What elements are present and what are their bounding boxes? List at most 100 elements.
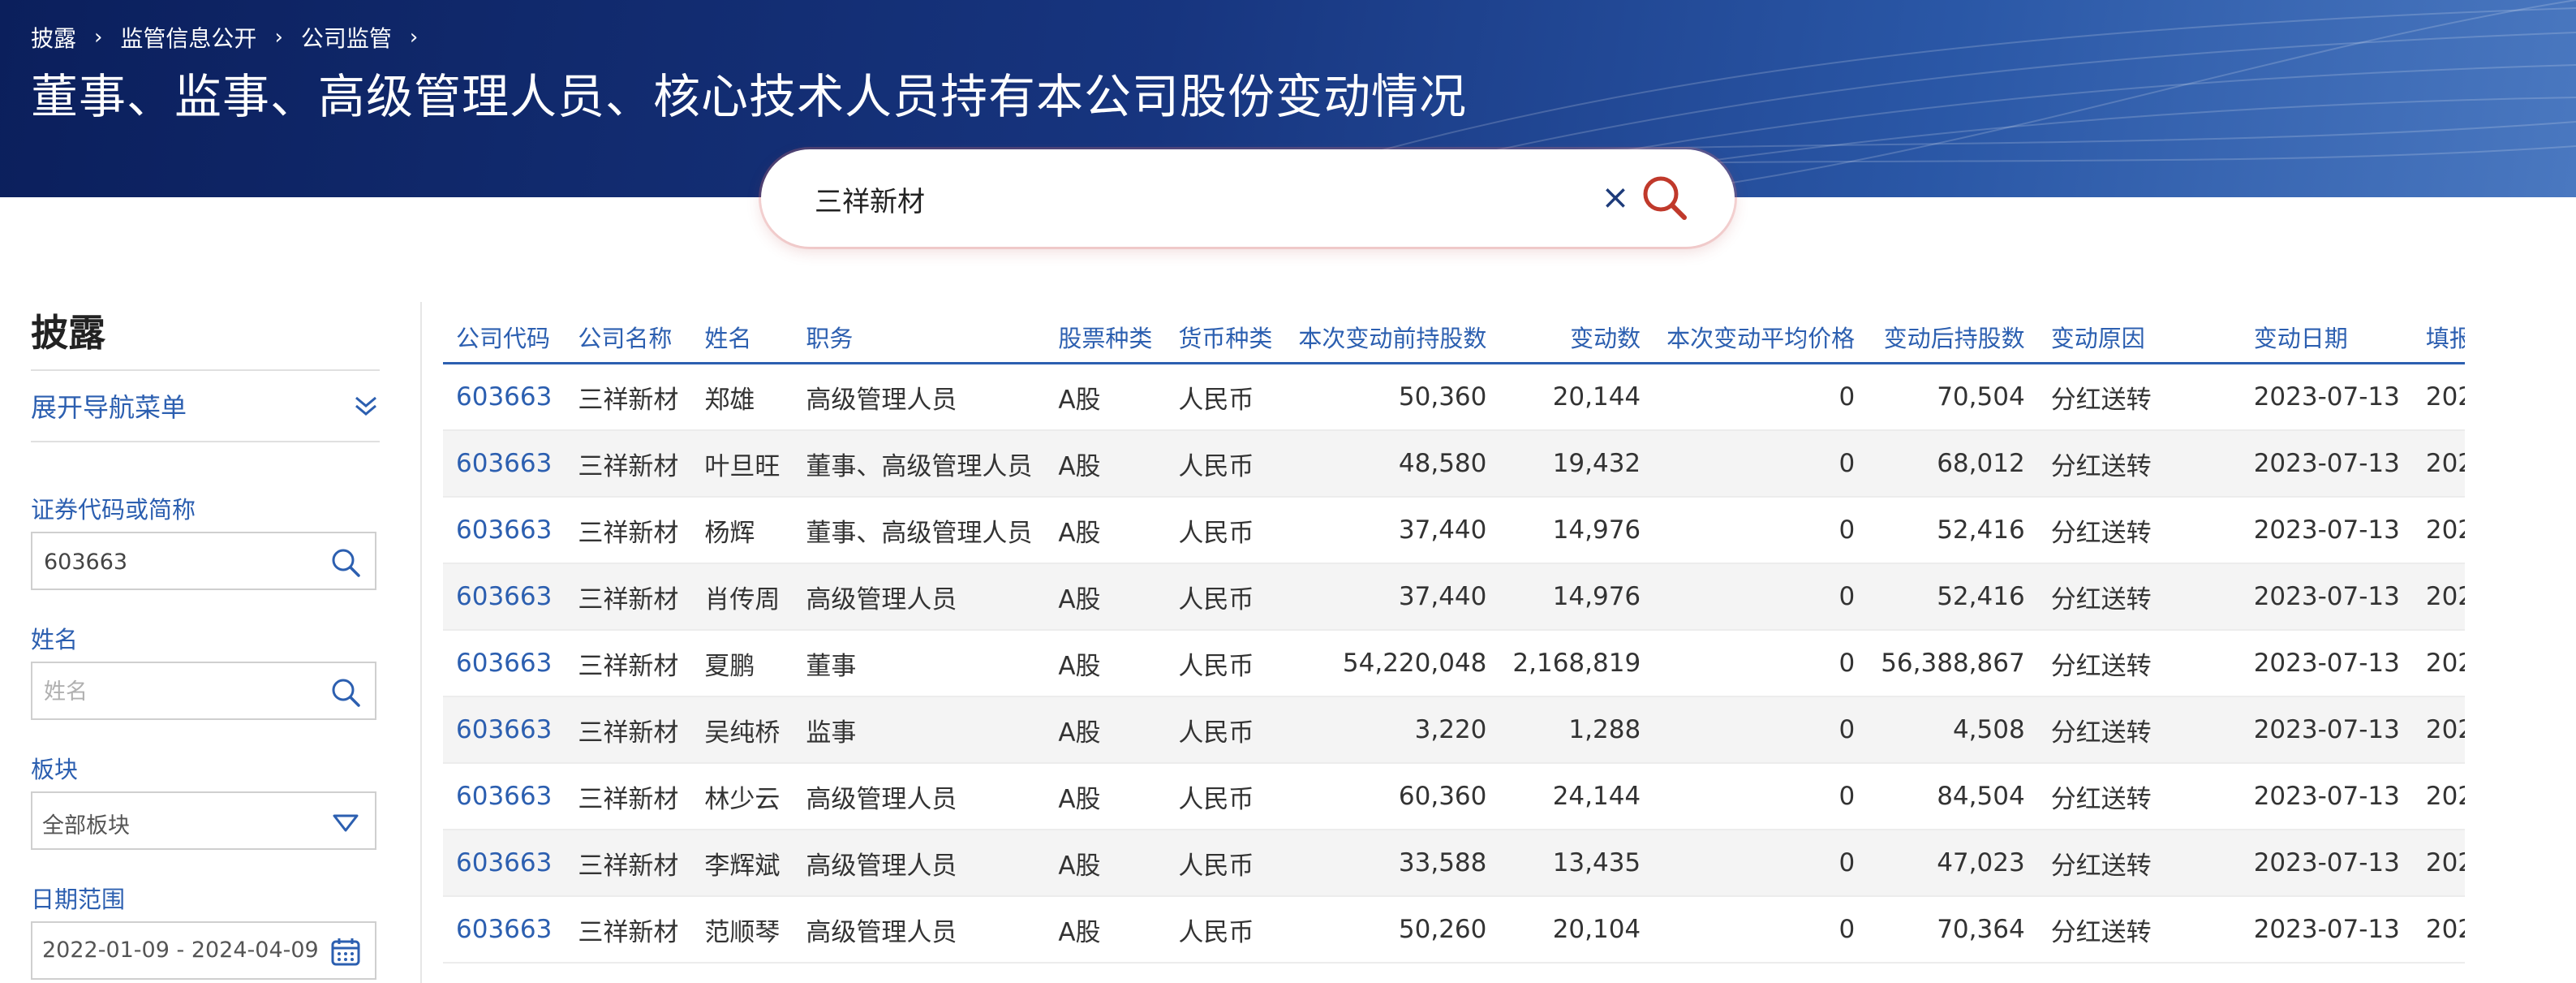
cell-stock-type: A股 — [1045, 830, 1166, 897]
global-search-input[interactable] — [813, 177, 1546, 221]
cell-change-date: 2023-07-13 — [2164, 696, 2413, 764]
table-row: 603663 三祥新材 林少云 高级管理人员 A股 人民币 60,360 24,144 0 84,… — [443, 763, 2465, 830]
cell-change: 20,144 — [1499, 363, 1654, 431]
breadcrumb-item-company-supervision[interactable]: 公司监管 — [301, 21, 392, 54]
cell-avg-price: 0 — [1654, 696, 1869, 764]
cell-shares-before: 48,580 — [1285, 430, 1500, 498]
cell-code[interactable]: 603663 — [443, 363, 566, 431]
stock-filter-field — [31, 532, 376, 590]
cell-report-date: 2023-07-1 — [2412, 630, 2465, 697]
table-row: 603663 三祥新材 郑雄 高级管理人员 A股 人民币 50,360 20,144 0 70,5… — [443, 363, 2465, 431]
cell-stock-type: A股 — [1045, 363, 1166, 431]
cell-position: 董事 — [793, 630, 1046, 697]
cell-avg-price: 0 — [1654, 563, 1869, 631]
cell-avg-price: 0 — [1654, 430, 1869, 498]
cell-avg-price: 0 — [1654, 497, 1869, 564]
cell-code[interactable]: 603663 — [443, 563, 566, 631]
cell-code[interactable]: 603663 — [443, 830, 566, 897]
breadcrumb-item-disclosure[interactable]: 披露 — [31, 21, 76, 54]
cell-position: 董事、高级管理人员 — [793, 497, 1046, 564]
name-input[interactable] — [42, 675, 321, 709]
cell-shares-before: 60,360 — [1285, 763, 1500, 830]
cell-company: 三祥新材 — [565, 830, 692, 897]
cell-company: 三祥新材 — [565, 763, 692, 830]
cell-report-date: 2023-07-1 — [2412, 563, 2465, 631]
cell-change: 24,144 — [1499, 763, 1654, 830]
cell-code[interactable]: 603663 — [443, 497, 566, 564]
date-range-label: 日期范围 — [31, 886, 126, 913]
header-change-date: 变动日期 — [2164, 312, 2413, 364]
cell-company: 三祥新材 — [565, 363, 692, 431]
cell-position: 董事、高级管理人员 — [793, 430, 1046, 498]
cell-code[interactable]: 603663 — [443, 896, 566, 964]
cell-change: 20,104 — [1499, 896, 1654, 964]
header-stock-type: 股票种类 — [1045, 312, 1166, 364]
clear-icon[interactable]: × — [1595, 177, 1636, 218]
cell-currency: 人民币 — [1165, 430, 1286, 498]
cell-shares-after: 70,364 — [1868, 896, 2038, 964]
board-select-value: 全部板块 — [42, 813, 130, 839]
cell-change: 14,976 — [1499, 497, 1654, 564]
cell-reason: 分红送转 — [2037, 497, 2165, 564]
sidebar-divider — [420, 302, 422, 983]
cell-shares-after: 68,012 — [1868, 430, 2038, 498]
search-icon[interactable] — [328, 545, 363, 580]
cell-currency: 人民币 — [1165, 497, 1286, 564]
board-select[interactable]: 全部板块 — [31, 791, 376, 850]
cell-code[interactable]: 603663 — [443, 763, 566, 830]
cell-currency: 人民币 — [1165, 563, 1286, 631]
cell-name: 范顺琴 — [691, 896, 793, 964]
cell-change: 1,288 — [1499, 696, 1654, 764]
chevron-right-icon: › — [94, 25, 103, 50]
header-shares-after: 变动后持股数 — [1868, 312, 2038, 364]
table-row: 603663 三祥新材 吴纯桥 监事 A股 人民币 3,220 1,288 0 4,508 分红送转… — [443, 696, 2465, 764]
cell-reason: 分红送转 — [2037, 696, 2165, 764]
stock-code-input[interactable] — [42, 545, 321, 579]
results-table-container[interactable]: 公司代码 公司名称 姓名 职务 股票种类 货币种类 本次变动前持股数 变动数 本… — [443, 312, 2465, 983]
expand-nav-menu-button[interactable]: 展开导航菜单 — [31, 371, 380, 442]
cell-change-date: 2023-07-13 — [2164, 363, 2413, 431]
double-chevron-down-icon — [355, 396, 376, 416]
cell-company: 三祥新材 — [565, 430, 692, 498]
board-filter-label: 板块 — [31, 756, 79, 783]
cell-currency: 人民币 — [1165, 696, 1286, 764]
calendar-icon[interactable] — [328, 934, 363, 970]
cell-name: 夏鹏 — [691, 630, 793, 697]
dropdown-triangle-icon — [333, 814, 359, 832]
cell-code[interactable]: 603663 — [443, 630, 566, 697]
name-filter-field — [31, 662, 376, 720]
date-range-picker[interactable]: 2022-01-09 - 2024-04-09 — [31, 921, 376, 980]
cell-reason: 分红送转 — [2037, 630, 2165, 697]
cell-position: 高级管理人员 — [793, 363, 1046, 431]
cell-report-date: 2023-07-1 — [2412, 763, 2465, 830]
cell-name: 吴纯桥 — [691, 696, 793, 764]
cell-shares-after: 70,504 — [1868, 363, 2038, 431]
cell-stock-type: A股 — [1045, 630, 1166, 697]
cell-position: 高级管理人员 — [793, 896, 1046, 964]
cell-change-date: 2023-07-13 — [2164, 563, 2413, 631]
cell-code[interactable]: 603663 — [443, 696, 566, 764]
cell-stock-type: A股 — [1045, 563, 1166, 631]
cell-change-date: 2023-07-13 — [2164, 430, 2413, 498]
cell-company: 三祥新材 — [565, 630, 692, 697]
cell-shares-before: 50,260 — [1285, 896, 1500, 964]
cell-reason: 分红送转 — [2037, 430, 2165, 498]
breadcrumb-item-regulatory-info[interactable]: 监管信息公开 — [120, 21, 256, 54]
cell-avg-price: 0 — [1654, 896, 1869, 964]
cell-code[interactable]: 603663 — [443, 430, 566, 498]
cell-change: 13,435 — [1499, 830, 1654, 897]
cell-shares-after: 84,504 — [1868, 763, 2038, 830]
cell-change-date: 2023-07-13 — [2164, 763, 2413, 830]
cell-report-date: 2023-07-1 — [2412, 696, 2465, 764]
search-icon[interactable] — [1637, 170, 1692, 226]
cell-avg-price: 0 — [1654, 630, 1869, 697]
cell-stock-type: A股 — [1045, 696, 1166, 764]
cell-change: 2,168,819 — [1499, 630, 1654, 697]
cell-name: 杨辉 — [691, 497, 793, 564]
search-icon[interactable] — [328, 675, 363, 710]
table-header-row: 公司代码 公司名称 姓名 职务 股票种类 货币种类 本次变动前持股数 变动数 本… — [443, 312, 2465, 364]
cell-report-date: 2023-07-1 — [2412, 430, 2465, 498]
cell-currency: 人民币 — [1165, 896, 1286, 964]
cell-stock-type: A股 — [1045, 497, 1166, 564]
header-currency: 货币种类 — [1165, 312, 1286, 364]
